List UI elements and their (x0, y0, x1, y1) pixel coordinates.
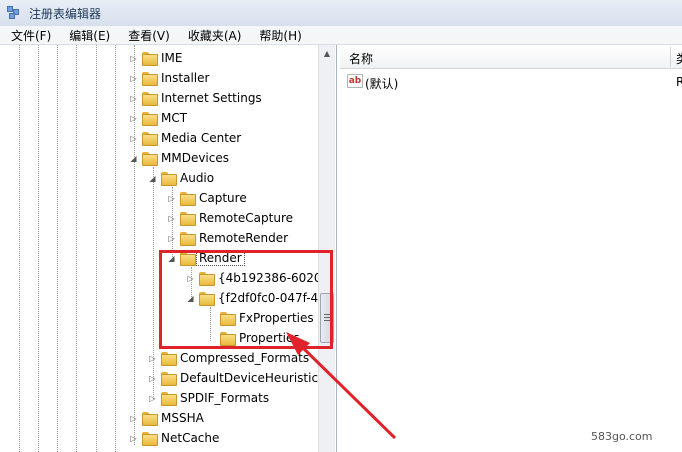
column-type-header[interactable]: 类 (676, 50, 682, 67)
tree-node-label: NetCache (161, 431, 220, 445)
folder-icon (141, 151, 158, 166)
expand-icon[interactable]: ▷ (167, 234, 176, 243)
tree-node-label: MCT (161, 111, 188, 125)
folder-icon (179, 211, 196, 226)
value-name: (默认) (365, 77, 399, 91)
tree-node[interactable]: ◢ MMDevices (129, 148, 229, 168)
tree-node-label: MSSHA (161, 411, 204, 425)
expand-icon[interactable]: ▷ (129, 114, 138, 123)
tree-node[interactable]: ▷ NetCache (129, 428, 219, 448)
value-row[interactable]: ab (默认) R (340, 72, 682, 92)
expand-icon[interactable]: ▷ (129, 54, 138, 63)
tree-guide-line (19, 45, 20, 452)
folder-icon (179, 231, 196, 246)
tree-node[interactable]: ▷ RemoteCapture (167, 208, 293, 228)
menu-bar: 文件(F) 编辑(E) 查看(V) 收藏夹(A) 帮助(H) (0, 26, 682, 45)
registry-editor-icon (7, 6, 23, 20)
folder-icon (141, 131, 158, 146)
collapse-icon[interactable]: ◢ (129, 154, 138, 163)
column-name-header[interactable]: 名称 (349, 50, 373, 67)
title-bar: 注册表编辑器 (0, 0, 682, 26)
tree-node-label: Internet Settings (161, 91, 262, 105)
tree-node-label: DefaultDeviceHeuristics (180, 371, 325, 385)
tree-node[interactable]: ▷ Capture (167, 188, 247, 208)
tree-guide-line (57, 45, 58, 452)
folder-icon (141, 411, 158, 426)
highlight-box (159, 250, 333, 349)
tree-node[interactable]: ◢ Audio (148, 168, 214, 188)
tree-node-label: Compressed_Formats (180, 351, 310, 365)
tree-node[interactable]: ▷ DefaultDeviceHeuristics (148, 368, 324, 388)
tree-guide-line (115, 45, 116, 452)
string-value-icon: ab (347, 74, 363, 88)
expand-icon[interactable]: ▷ (129, 414, 138, 423)
expand-icon[interactable]: ▷ (148, 374, 157, 383)
expand-icon[interactable]: ▷ (167, 214, 176, 223)
folder-icon (141, 91, 158, 106)
values-pane[interactable]: 名称 类 ab (默认) R (340, 45, 682, 452)
tree-node-label: Capture (199, 191, 247, 205)
menu-favorites[interactable]: 收藏夹(A) (177, 27, 249, 44)
menu-help[interactable]: 帮助(H) (248, 27, 308, 44)
column-divider[interactable] (670, 47, 671, 67)
tree-node[interactable]: ▷ Installer (129, 68, 209, 88)
expand-icon[interactable]: ▷ (148, 394, 157, 403)
tree-guide-line (96, 45, 97, 452)
tree-node[interactable]: ▷ SPDIF_Formats (148, 388, 269, 408)
menu-view[interactable]: 查看(V) (117, 27, 177, 44)
expand-icon[interactable]: ▷ (129, 94, 138, 103)
value-type: R (676, 75, 682, 89)
collapse-icon[interactable]: ◢ (148, 174, 157, 183)
menu-edit[interactable]: 编辑(E) (58, 27, 117, 44)
tree-guide-line (76, 45, 77, 452)
tree-node[interactable]: ▷ Internet Settings (129, 88, 262, 108)
tree-node[interactable]: ▷ Compressed_Formats (148, 348, 309, 368)
menu-file[interactable]: 文件(F) (0, 27, 58, 44)
expand-icon[interactable]: ▷ (129, 74, 138, 83)
tree-node-label: SPDIF_Formats (180, 391, 270, 405)
expand-icon[interactable]: ▷ (129, 134, 138, 143)
tree-node-label: Media Center (161, 131, 242, 145)
folder-icon (141, 71, 158, 86)
folder-icon (141, 51, 158, 66)
expand-icon[interactable]: ▷ (129, 434, 138, 443)
tree-node-label: RemoteCapture (199, 211, 294, 225)
folder-icon (160, 351, 177, 366)
tree-node[interactable]: ▷ IME (129, 48, 182, 68)
folder-icon (160, 371, 177, 386)
folder-icon (141, 111, 158, 126)
scroll-up-icon[interactable]: ▲ (319, 45, 335, 62)
folder-icon (179, 191, 196, 206)
folder-icon (160, 391, 177, 406)
tree-scrollbar[interactable]: ▲ (318, 45, 335, 452)
window-title: 注册表编辑器 (29, 6, 102, 21)
tree-node[interactable]: ▷ Media Center (129, 128, 241, 148)
tree-node-label: IME (161, 51, 183, 65)
expand-icon[interactable]: ▷ (148, 354, 157, 363)
tree-guide-line (38, 45, 39, 452)
tree-node-label: RemoteRender (199, 231, 289, 245)
expand-icon[interactable]: ▷ (167, 194, 176, 203)
tree-node[interactable]: ▷ MCT (129, 108, 187, 128)
tree-node-label: Audio (180, 171, 215, 185)
tree-node-label: Installer (161, 71, 210, 85)
folder-icon (160, 171, 177, 186)
tree-node[interactable]: ▷ RemoteRender (167, 228, 288, 248)
watermark: 583go.com (591, 430, 653, 443)
column-header: 名称 类 (340, 45, 682, 69)
tree-node-label: MMDevices (161, 151, 229, 165)
folder-icon (141, 431, 158, 446)
tree-node[interactable]: ▷ MSSHA (129, 408, 204, 428)
registry-tree[interactable]: ▷ IME ▷ Installer ▷ Internet Settings ▷ … (0, 45, 337, 452)
